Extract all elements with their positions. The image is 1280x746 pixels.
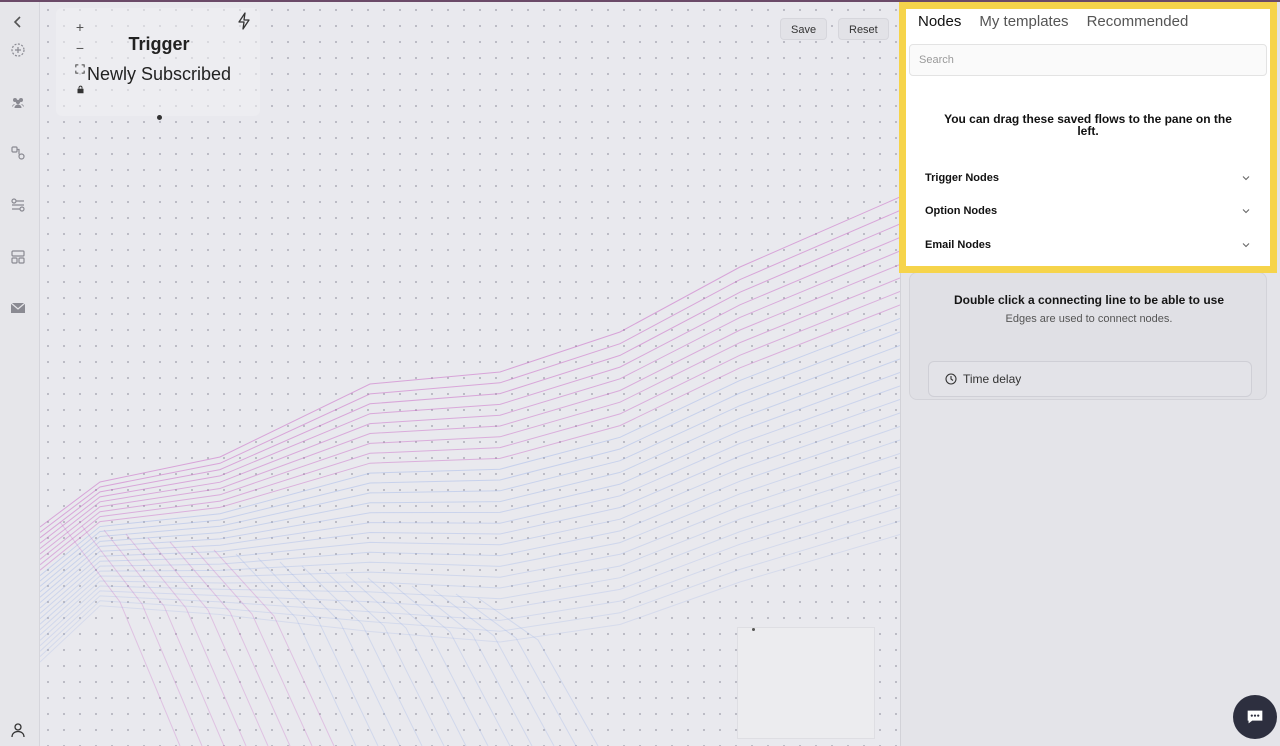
wave-line <box>411 585 533 746</box>
wave-line <box>40 493 900 647</box>
chevron-down-icon <box>1242 176 1250 181</box>
wave-line <box>40 466 900 636</box>
tab-recommended[interactable]: Recommended <box>1087 13 1189 30</box>
flow-nodes-icon[interactable] <box>8 143 28 163</box>
templates-icon[interactable] <box>8 247 28 267</box>
wave-line <box>40 277 900 560</box>
wave-line <box>345 573 467 746</box>
panel-tabs: Nodes My templates Recommended <box>918 13 1188 30</box>
section-email-nodes[interactable]: Email Nodes <box>925 236 1251 254</box>
wave-line <box>40 453 900 630</box>
wave-line <box>40 196 900 528</box>
lock-icon[interactable] <box>72 81 88 98</box>
wave-line <box>455 593 577 746</box>
audience-icon[interactable] <box>8 92 28 112</box>
section-label: Trigger Nodes <box>925 172 999 184</box>
wave-line <box>40 331 900 582</box>
clock-icon <box>945 373 957 385</box>
zoom-controls: + − <box>72 18 88 98</box>
mail-icon[interactable] <box>8 298 28 318</box>
lightning-icon <box>238 12 250 30</box>
left-rail <box>0 2 40 746</box>
wave-line <box>40 210 900 533</box>
wave-line <box>40 264 900 555</box>
edges-title: Double click a connecting line to be abl… <box>953 293 1225 307</box>
user-icon[interactable] <box>8 720 28 740</box>
search-input[interactable]: Search <box>909 44 1267 76</box>
section-option-nodes[interactable]: Option Nodes <box>925 202 1251 220</box>
chat-bubble-icon <box>1247 710 1263 724</box>
reset-button[interactable]: Reset <box>838 18 889 40</box>
chevron-down-icon <box>1242 209 1250 214</box>
wave-line <box>40 237 900 544</box>
wave-line <box>40 250 900 549</box>
chat-button[interactable] <box>1233 695 1277 739</box>
section-label: Email Nodes <box>925 239 992 251</box>
wave-line <box>40 385 900 603</box>
edges-panel: Double click a connecting line to be abl… <box>909 272 1267 400</box>
minimap-node <box>752 628 755 631</box>
nodes-panel: Nodes My templates Recommended Search Yo… <box>899 2 1277 273</box>
drag-hint: You can drag these saved flows to the pa… <box>944 112 1232 138</box>
tab-nodes[interactable]: Nodes <box>918 13 961 30</box>
wave-line <box>301 565 423 746</box>
time-delay-label: Time delay <box>963 372 1022 386</box>
collapse-icon[interactable] <box>8 12 28 32</box>
fit-view-icon[interactable] <box>72 60 88 77</box>
minimap[interactable] <box>737 627 875 739</box>
zoom-in-button[interactable]: + <box>72 18 88 35</box>
flow-canvas[interactable]: Trigger Newly Subscribed + − Save Reset <box>40 2 900 746</box>
save-button[interactable]: Save <box>780 18 828 40</box>
section-label: Option Nodes <box>925 205 998 217</box>
zoom-out-button[interactable]: − <box>72 39 88 56</box>
wave-line <box>433 589 555 746</box>
chevron-down-icon <box>1242 243 1250 248</box>
time-delay-edge[interactable]: Time delay <box>928 361 1252 397</box>
wave-line <box>323 569 445 746</box>
wave-line <box>40 318 900 576</box>
edges-subtitle: Edges are used to connect nodes. <box>1005 313 1173 325</box>
add-circle-icon[interactable] <box>8 40 28 60</box>
settings-sliders-icon[interactable] <box>8 195 28 215</box>
section-trigger-nodes[interactable]: Trigger Nodes <box>925 169 1251 187</box>
node-handle[interactable] <box>157 115 162 120</box>
tab-my-templates[interactable]: My templates <box>979 13 1068 30</box>
